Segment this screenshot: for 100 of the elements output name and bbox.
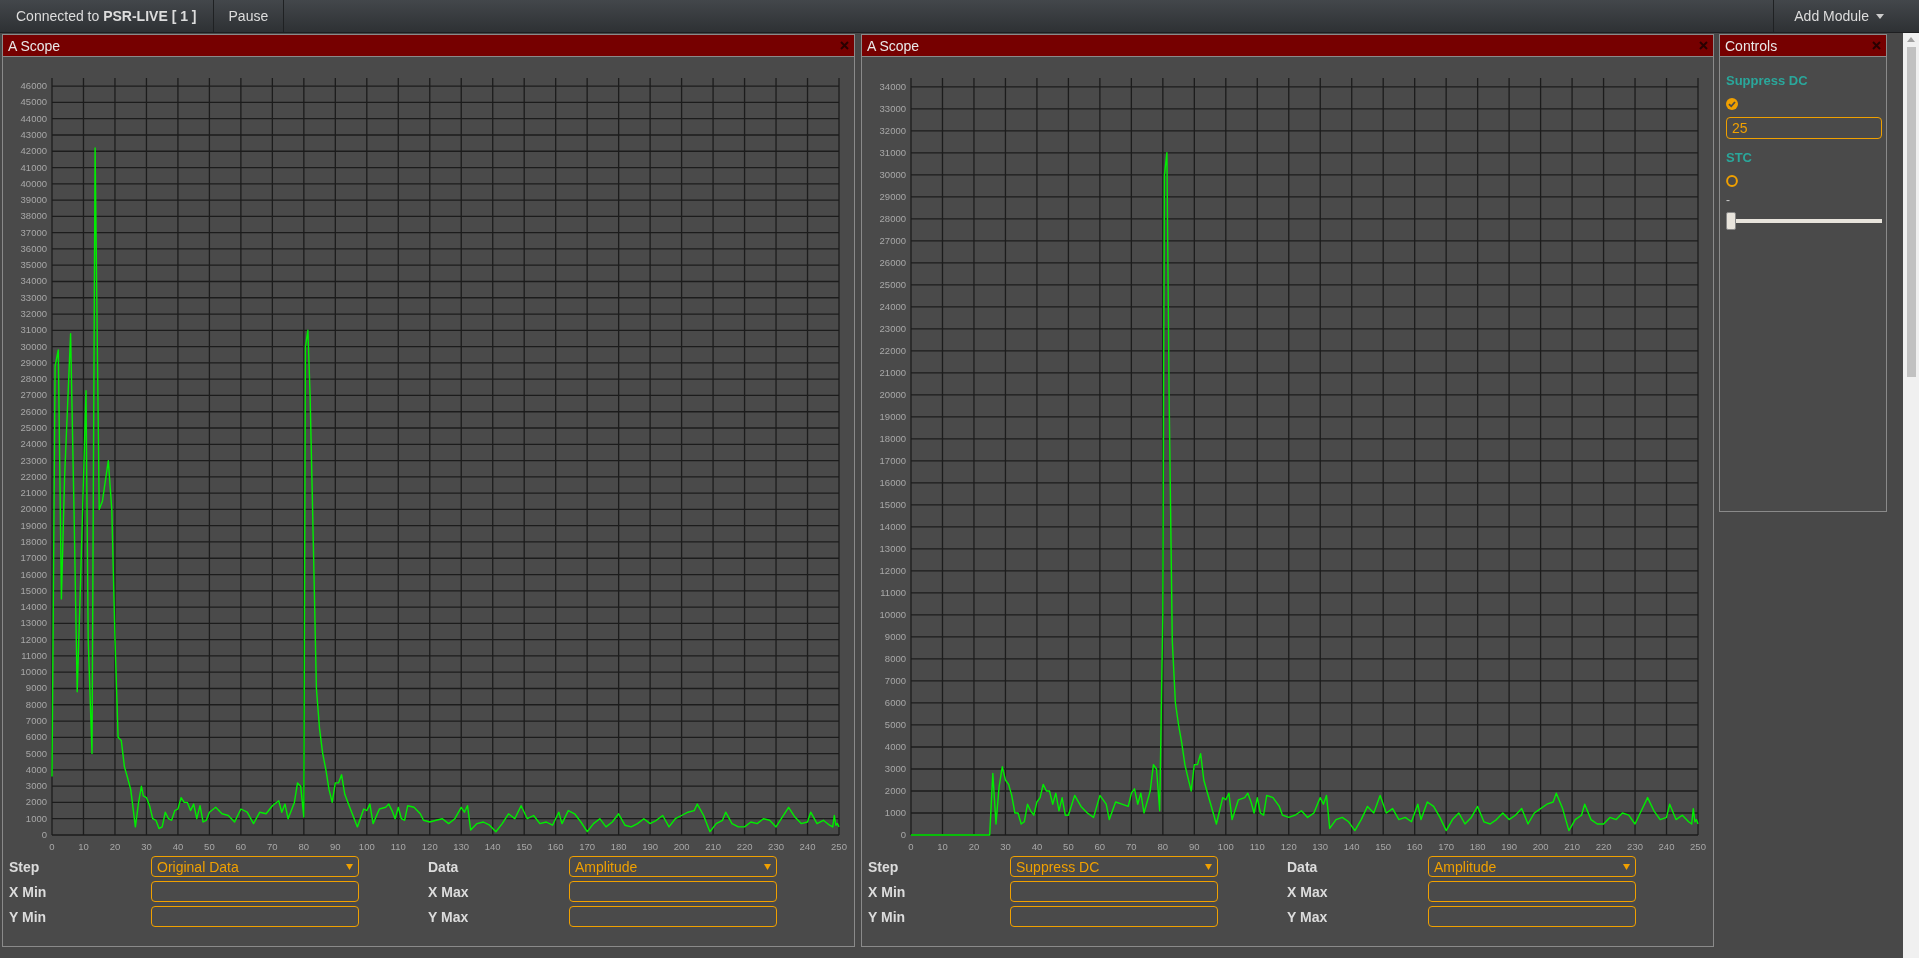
control-heading: Suppress DC [1726,73,1808,88]
x-tick-label: 170 [579,841,596,850]
x-tick-label: 0 [49,841,55,850]
y-tick-label: 17000 [879,454,906,466]
y-tick-label: 43000 [20,129,47,140]
x-tick-label: 50 [204,841,215,850]
field-label: X Min [9,883,48,900]
y-tick-label: 24000 [879,300,906,312]
y-tick-label: 29000 [879,190,906,202]
y-tick-label: 28000 [879,212,906,224]
y-tick-label: 23000 [20,454,47,466]
dropdown[interactable]: Original Data [151,856,359,877]
x-tick-label: 80 [298,841,310,850]
x-tick-label: 0 [908,841,914,850]
y-tick-label: 15000 [879,498,906,510]
x-tick-label: 200 [673,841,690,850]
y-tick-label: 0 [41,829,47,840]
y-tick-label: 31000 [20,324,47,336]
x-tick-label: 130 [453,841,470,850]
x-tick-label: 20 [968,841,980,850]
x-tick-label: 140 [1343,841,1360,850]
field-label: Data [428,858,460,875]
y-tick-label: 32000 [20,308,47,320]
x-tick-label: 190 [642,841,659,850]
field-label: Step [9,858,41,875]
x-tick-label: 230 [1627,841,1643,850]
x-tick-label: 220 [736,841,753,850]
x-tick-label: 120 [1280,841,1297,850]
x-tick-label: 50 [1063,841,1074,850]
field-label: Y Max [428,908,470,925]
input-field[interactable]: 25 [1726,117,1882,139]
y-tick-label: 25000 [879,278,906,290]
y-tick-label: 32000 [879,124,906,136]
input-field[interactable] [1010,906,1218,927]
y-tick-label: 26000 [879,256,906,268]
scrollbar[interactable] [1903,33,1919,958]
x-tick-label: 190 [1501,841,1518,850]
x-tick-label: 160 [1406,841,1423,850]
x-tick-label: 180 [1469,841,1486,850]
panel-title: Controls [1725,37,1778,54]
y-tick-label: 11000 [880,586,906,598]
y-tick-label: 3000 [25,780,47,792]
input-field[interactable] [151,881,359,902]
dropdown[interactable]: Suppress DC [1010,856,1218,877]
y-tick-label: 10000 [879,608,906,620]
connection-status: Connected to PSR-LIVE [ 1 ] [0,0,214,32]
caret-icon [346,863,353,870]
y-tick-label: 9000 [25,682,47,694]
y-tick-label: 1000 [25,812,47,824]
x-tick-label: 240 [799,841,816,850]
input-field[interactable] [1428,881,1636,902]
x-tick-label: 100 [1217,841,1234,850]
y-tick-label: 34000 [879,80,906,92]
dropdown[interactable]: Amplitude [569,856,777,877]
y-tick-label: 20000 [20,503,47,515]
x-tick-label: 10 [937,841,948,850]
y-tick-label: 46000 [20,80,47,92]
y-tick-label: 33000 [20,291,47,303]
x-tick-label: 160 [547,841,564,850]
y-tick-label: 30000 [20,340,47,352]
input-field[interactable] [151,906,359,927]
unchecked-toggle[interactable] [1726,175,1738,187]
y-tick-label: 38000 [20,210,47,222]
y-tick-label: 24000 [20,438,47,450]
y-tick-label: 6000 [884,696,906,708]
x-tick-label: 210 [705,841,721,850]
x-tick-label: 60 [235,841,247,850]
y-tick-label: 10000 [20,666,47,678]
y-tick-label: 21000 [879,366,906,378]
y-tick-label: 21000 [20,487,47,499]
input-field[interactable] [569,906,777,927]
y-tick-label: 22000 [879,344,906,356]
dropdown[interactable]: Amplitude [1428,856,1636,877]
input-field[interactable] [1010,881,1218,902]
x-tick-label: 140 [484,841,501,850]
x-tick-label: 110 [390,841,406,850]
y-tick-label: 4000 [25,763,47,775]
checked-toggle[interactable] [1726,98,1738,110]
slider-thumb[interactable] [1726,212,1736,230]
pause-button[interactable]: Pause [213,0,285,32]
y-tick-label: 26000 [20,405,47,417]
x-tick-label: 30 [141,841,152,850]
y-tick-label: 8000 [884,652,906,664]
input-field[interactable] [1428,906,1636,927]
y-tick-label: 5000 [884,718,906,730]
scroll-up-icon[interactable] [1907,37,1915,42]
y-tick-label: 39000 [20,194,47,206]
y-tick-label: 23000 [879,322,906,334]
scrollbar-thumb[interactable] [1906,47,1916,377]
x-tick-label: 230 [768,841,784,850]
field-label: X Max [428,883,470,900]
x-tick-label: 30 [1000,841,1011,850]
add-module-button[interactable]: Add Module [1773,0,1904,32]
y-tick-label: 16000 [879,476,906,488]
y-tick-label: 25000 [20,422,47,433]
y-tick-label: 1000 [884,807,906,818]
x-tick-label: 150 [1375,841,1392,850]
x-tick-label: 110 [1249,841,1265,850]
input-field[interactable] [569,881,777,902]
x-tick-label: 100 [358,841,375,850]
